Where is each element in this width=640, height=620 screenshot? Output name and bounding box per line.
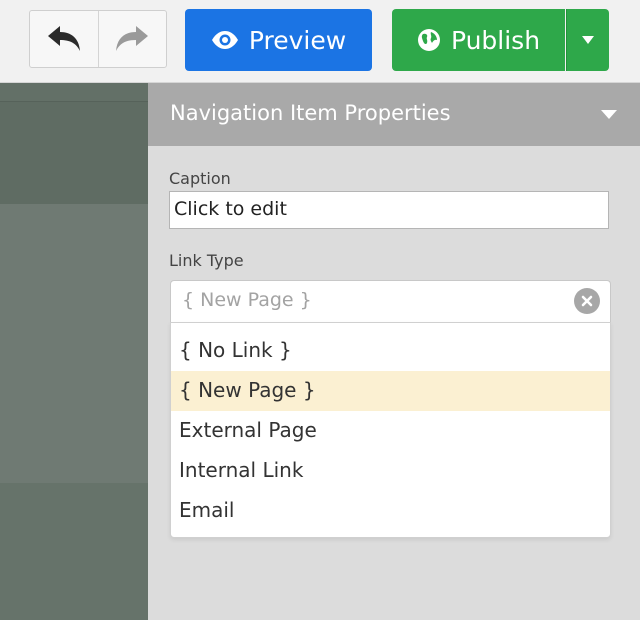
option-internal-link[interactable]: Internal Link — [171, 451, 610, 491]
undo-arrow-icon — [47, 26, 80, 51]
canvas-band — [0, 483, 148, 620]
preview-label: Preview — [248, 25, 347, 55]
link-type-label: Link Type — [169, 251, 244, 270]
undo-button[interactable] — [30, 11, 98, 67]
undo-redo-group — [29, 10, 167, 68]
panel-title: Navigation Item Properties — [170, 101, 451, 125]
publish-menu-button[interactable] — [566, 9, 609, 71]
link-type-dropdown: { No Link } { New Page } External Page I… — [170, 322, 611, 538]
option-external-page[interactable]: External Page — [171, 411, 610, 451]
option-new-page[interactable]: { New Page } — [171, 371, 610, 411]
link-type-select[interactable]: { New Page } — [170, 280, 611, 322]
caption-label: Caption — [169, 169, 231, 188]
clear-selection-button[interactable] — [574, 288, 600, 314]
option-email[interactable]: Email — [171, 491, 610, 531]
eye-icon — [211, 31, 238, 49]
properties-panel: Navigation Item Properties Caption Click… — [148, 83, 640, 620]
option-no-link[interactable]: { No Link } — [171, 331, 610, 371]
link-type-value: { New Page } — [182, 289, 312, 311]
canvas-band — [0, 101, 148, 204]
publish-label: Publish — [450, 25, 541, 55]
top-toolbar: Preview Publish — [0, 0, 640, 83]
page-canvas[interactable] — [0, 83, 148, 620]
preview-button[interactable]: Preview — [185, 9, 372, 71]
clear-x-icon — [581, 295, 593, 307]
caption-input[interactable]: Click to edit — [169, 191, 609, 229]
collapse-caret-icon[interactable] — [600, 109, 618, 120]
redo-arrow-icon — [116, 26, 149, 51]
publish-button[interactable]: Publish — [392, 9, 565, 71]
panel-header[interactable]: Navigation Item Properties — [148, 83, 640, 146]
canvas-band — [0, 83, 148, 101]
globe-icon — [417, 29, 440, 51]
caret-down-icon — [582, 36, 594, 44]
redo-button[interactable] — [97, 11, 167, 67]
